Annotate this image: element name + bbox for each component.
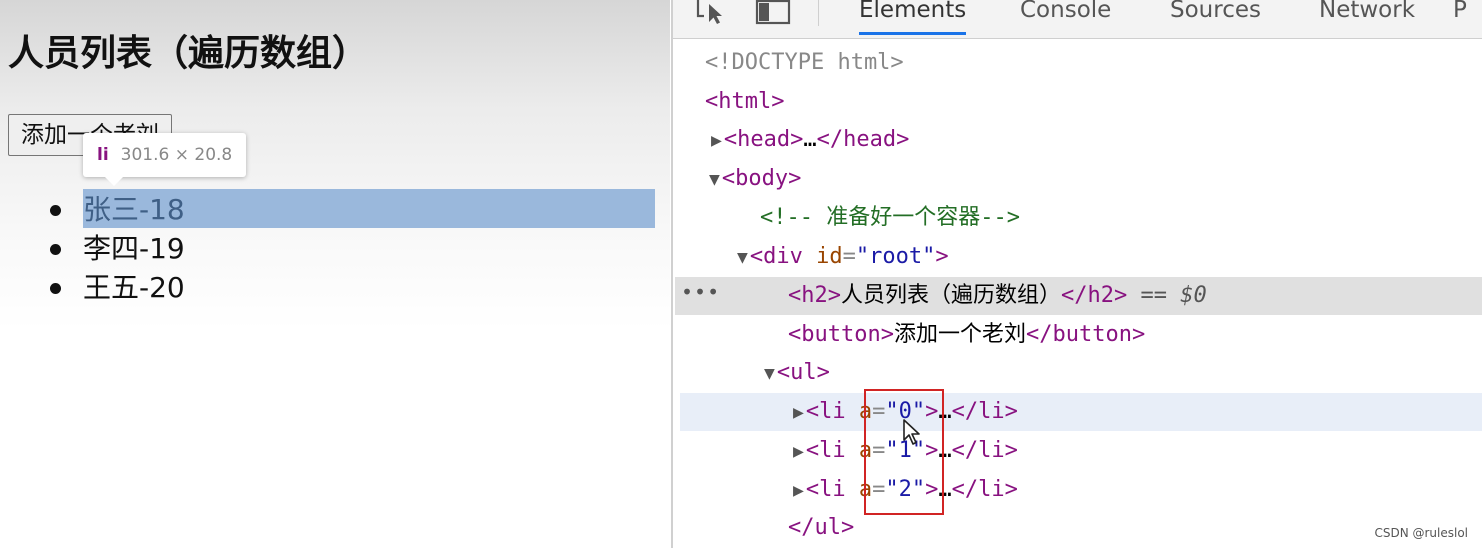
annotation-box <box>864 389 944 515</box>
expand-triangle-icon[interactable]: ▶ <box>793 480 804 501</box>
more-actions-icon[interactable]: ••• <box>681 273 720 311</box>
mouse-cursor-icon <box>902 418 924 452</box>
collapse-triangle-icon[interactable]: ▼ <box>709 169 720 190</box>
expand-triangle-icon[interactable]: ▶ <box>793 402 804 423</box>
h2-tag: h2 <box>801 283 828 308</box>
tab-performance[interactable]: P <box>1453 0 1467 35</box>
button-text: 添加一个老刘 <box>893 322 1026 347</box>
dom-line-h2-selected[interactable]: ••• <h2>人员列表（遍历数组）</h2> == $0 <box>675 277 1482 315</box>
selected-node-indicator: == $0 <box>1140 283 1207 308</box>
dom-line-li-0[interactable]: ▶<li a="0">…</li> <box>680 393 1482 431</box>
dom-line-doctype[interactable]: <!DOCTYPE html> <box>0 44 1482 82</box>
html-tag: html <box>718 89 772 114</box>
dom-line-button[interactable]: <button>添加一个老刘</button> <box>0 316 1482 354</box>
tab-network[interactable]: Network <box>1319 0 1415 35</box>
inspect-element-icon[interactable] <box>695 0 729 30</box>
dom-line-li-2[interactable]: ▶<li a="2">…</li> <box>0 471 1482 509</box>
dom-line-comment[interactable]: <!-- 准备好一个容器--> <box>0 199 1482 237</box>
watermark: CSDN @ruleslol <box>1374 526 1468 540</box>
collapse-triangle-icon[interactable]: ▼ <box>764 363 775 384</box>
doctype-text: <!DOCTYPE html> <box>705 50 904 75</box>
tab-elements[interactable]: Elements <box>859 0 967 35</box>
toolbar-separator <box>818 0 819 26</box>
div-tag: div <box>763 244 803 269</box>
head-tag: head <box>737 127 791 152</box>
dom-line-div-root[interactable]: ▼<div id="root"> <box>0 238 1482 276</box>
dom-line-html[interactable]: <html> <box>0 83 1482 121</box>
div-attr-name: id <box>816 244 843 269</box>
dom-line-ul-close[interactable]: </ul> <box>0 509 1482 547</box>
html-comment: <!-- 准备好一个容器--> <box>760 205 1020 230</box>
dom-line-body[interactable]: ▼<body> <box>0 160 1482 198</box>
head-ellipsis: … <box>803 127 817 152</box>
expand-triangle-icon[interactable]: ▶ <box>793 441 804 462</box>
collapse-triangle-icon[interactable]: ▼ <box>737 247 748 268</box>
tab-console[interactable]: Console <box>1020 0 1111 35</box>
h2-text: 人员列表（遍历数组） <box>841 283 1062 308</box>
tab-sources[interactable]: Sources <box>1170 0 1261 35</box>
expand-triangle-icon[interactable]: ▶ <box>711 130 722 151</box>
button-tag: button <box>801 322 881 347</box>
ul-tag: ul <box>790 360 817 385</box>
div-attr-value: "root" <box>855 244 936 269</box>
dom-line-head[interactable]: ▶<head>…</head> <box>0 121 1482 159</box>
dom-line-ul[interactable]: ▼<ul> <box>0 354 1482 392</box>
body-tag: body <box>735 166 789 191</box>
device-toolbar-icon[interactable] <box>755 0 795 30</box>
devtools-toolbar: Elements Console Sources Network P <box>673 0 1482 39</box>
dom-line-li-1[interactable]: ▶<li a="1">…</li> <box>0 432 1482 470</box>
